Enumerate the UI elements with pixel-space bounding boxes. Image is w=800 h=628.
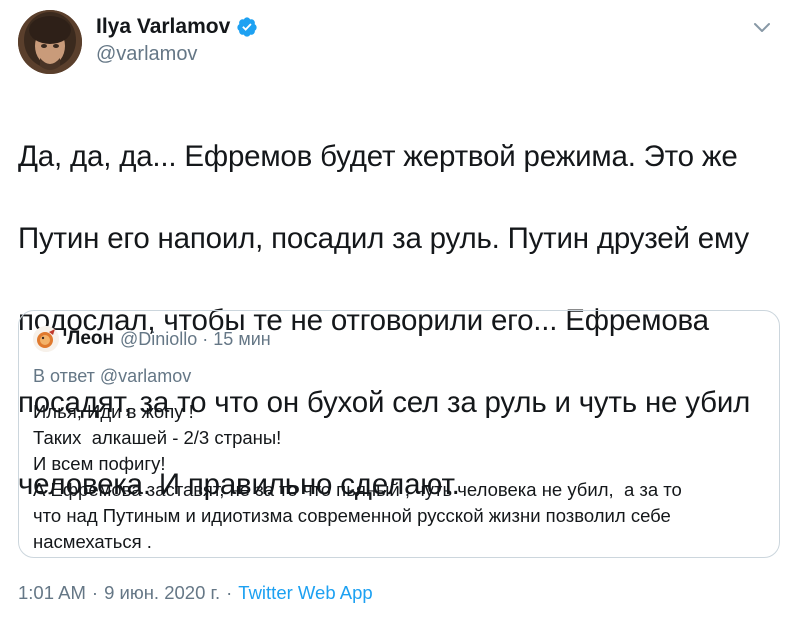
quoted-text-line: Таких алкашей - 2/3 страны!: [33, 427, 282, 448]
reply-to-mention[interactable]: @varlamov: [100, 366, 191, 386]
display-name-row: Ilya Varlamov: [96, 14, 258, 40]
quoted-text-line: Илья, Иди в жопу !: [33, 401, 194, 422]
reply-to-label: В ответ: [33, 366, 95, 386]
quoted-tweet[interactable]: Леон @Diniollo · 15 мин В ответ @varlamo…: [18, 310, 780, 558]
tweet-footer: 1:01 AM · 9 июн. 2020 г. · Twitter Web A…: [18, 582, 373, 604]
quoted-tweet-header: Леон @Diniollo · 15 мин: [33, 326, 271, 352]
chevron-down-icon: [754, 23, 770, 32]
reply-to-line: В ответ @varlamov: [33, 366, 191, 387]
verified-badge-icon: [236, 16, 258, 38]
tweet-source-link[interactable]: Twitter Web App: [238, 582, 372, 604]
separator-dot: ·: [91, 582, 99, 603]
quoted-author-avatar[interactable]: [33, 326, 59, 352]
quoted-author-handle[interactable]: @Diniollo: [120, 329, 197, 350]
avatar-image: [18, 10, 82, 74]
quoted-author-name[interactable]: Леон: [67, 328, 114, 350]
tweet-header: Ilya Varlamov @varlamov: [18, 10, 784, 76]
quoted-text-line: что над Путиным и идиотизма современной …: [33, 505, 671, 526]
quoted-text-line: И всем пофигу!: [33, 453, 166, 474]
separator-dot: ·: [202, 328, 209, 349]
author-avatar[interactable]: [18, 10, 82, 74]
tweet-card: Ilya Varlamov @varlamov Да, да, да... Еф…: [0, 0, 800, 628]
author-names: Ilya Varlamov @varlamov: [96, 14, 258, 66]
tweet-time[interactable]: 1:01 AM: [18, 582, 86, 604]
tweet-text-line: Путин его напоил, посадил за руль. Путин…: [18, 222, 749, 255]
quoted-tweet-text: Илья, Иди в жопу ! Таких алкашей - 2/3 с…: [33, 399, 768, 555]
author-display-name[interactable]: Ilya Varlamov: [96, 15, 230, 39]
quoted-text-line: А Ефремова заставят, не за то что пьяный…: [33, 479, 682, 500]
quoted-text-line: насмехаться .: [33, 531, 152, 552]
avatar-image: [33, 326, 59, 352]
author-handle[interactable]: @varlamov: [96, 43, 258, 66]
quoted-tweet-time[interactable]: 15 мин: [213, 329, 270, 350]
tweet-menu-button[interactable]: [750, 16, 774, 40]
separator-dot: ·: [226, 582, 233, 603]
tweet-date[interactable]: 9 июн. 2020 г.: [104, 582, 220, 604]
tweet-text-line: Да, да, да... Ефремов будет жертвой режи…: [18, 140, 738, 173]
